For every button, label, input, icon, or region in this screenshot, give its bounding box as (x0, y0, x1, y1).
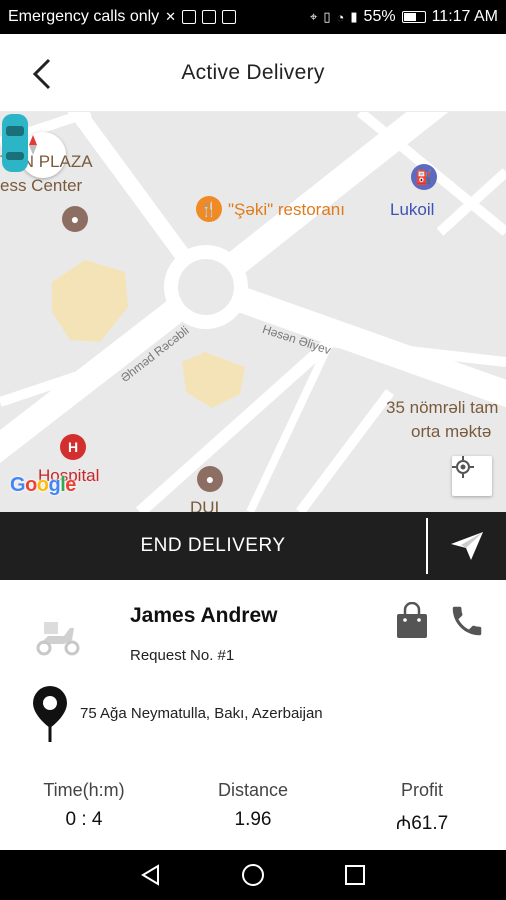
app-icon (222, 10, 237, 24)
map-label-school-1: 35 nömrəli tam (386, 398, 499, 417)
image-icon (202, 10, 217, 24)
battery-icon (401, 11, 426, 23)
poi-building-icon[interactable]: ● (62, 206, 88, 232)
map-label-restaurant: "Şəki" restoranı (228, 200, 345, 219)
phone-icon (452, 606, 482, 636)
time-value: 0 : 4 (65, 809, 103, 830)
no-sim-icon: ✕ (165, 9, 177, 24)
navigate-button[interactable] (428, 512, 506, 580)
call-button[interactable] (448, 602, 486, 640)
nav-home-button[interactable] (233, 855, 273, 895)
map-view[interactable]: TEN PLAZA ess Center ● 🍴 "Şəki" restoran… (0, 112, 506, 512)
app-screen: Emergency calls only ✕ ⌖ ▯ ◔ ▮ 55% 11:17… (0, 0, 506, 900)
signal-icon: ▮ (350, 9, 358, 24)
triangle-back-icon (141, 864, 159, 886)
time-stat: Time(h:m) 0 : 4 (24, 780, 144, 831)
request-number: Request No. #1 (130, 647, 235, 664)
distance-value: 1.96 (234, 809, 272, 830)
profit-value: ₼61.7 (395, 813, 449, 834)
app-header: Active Delivery (0, 34, 506, 112)
back-button[interactable] (22, 54, 62, 94)
scooter-icon (36, 622, 80, 656)
hospital-icon[interactable]: H (60, 434, 86, 460)
map-label-school-2: orta məktə (411, 422, 492, 441)
distance-label: Distance (217, 780, 289, 800)
gas-station-icon[interactable]: ⛽ (411, 164, 437, 190)
shopping-bag-icon (397, 601, 427, 638)
chevron-left-icon (32, 58, 51, 90)
map-label-lukoil: Lukoil (390, 200, 435, 219)
crosshair-icon (452, 456, 474, 478)
car-icon (2, 114, 28, 172)
map-label-plaza-2: ess Center (0, 176, 83, 195)
page-title: Active Delivery (181, 60, 325, 84)
system-nav-bar (0, 850, 506, 900)
location-pin-icon (33, 686, 67, 742)
restaurant-icon[interactable]: 🍴 (196, 196, 222, 222)
poi-dui-icon[interactable]: ● (197, 466, 223, 492)
profit-label: Profit (400, 780, 443, 800)
map-label-dui: DUI (190, 498, 220, 512)
location-icon: ⌖ (310, 9, 318, 24)
my-location-button[interactable] (452, 456, 492, 496)
delivery-address: 75 Ağa Neymatulla, Bakı, Azerbaijan (80, 705, 323, 722)
action-bar: END DELIVERY (0, 512, 506, 580)
square-recents-icon (345, 865, 365, 885)
circle-home-icon (242, 864, 264, 886)
vibrate-icon: ▯ (323, 9, 331, 24)
send-icon (451, 532, 483, 560)
profit-stat: Profit ₼61.7 (362, 780, 482, 835)
customer-name: James Andrew (130, 604, 278, 627)
nav-recents-button[interactable] (335, 855, 375, 895)
wifi-icon: ◔ (336, 9, 345, 25)
clock: 11:17 AM (431, 8, 498, 25)
google-logo: Google (10, 474, 76, 496)
end-delivery-button[interactable]: END DELIVERY (0, 512, 426, 580)
status-bar: Emergency calls only ✕ ⌖ ▯ ◔ ▮ 55% 11:17… (0, 0, 506, 34)
notification-icon (182, 10, 197, 24)
time-label: Time(h:m) (43, 780, 125, 800)
nav-back-button[interactable] (131, 855, 171, 895)
distance-stat: Distance 1.96 (193, 780, 313, 831)
battery-percent: 55% (363, 8, 396, 25)
order-items-button[interactable] (394, 601, 430, 640)
delivery-details: James Andrew Request No. #1 75 Ağa Neyma… (0, 580, 506, 850)
carrier-text: Emergency calls only (8, 8, 160, 25)
